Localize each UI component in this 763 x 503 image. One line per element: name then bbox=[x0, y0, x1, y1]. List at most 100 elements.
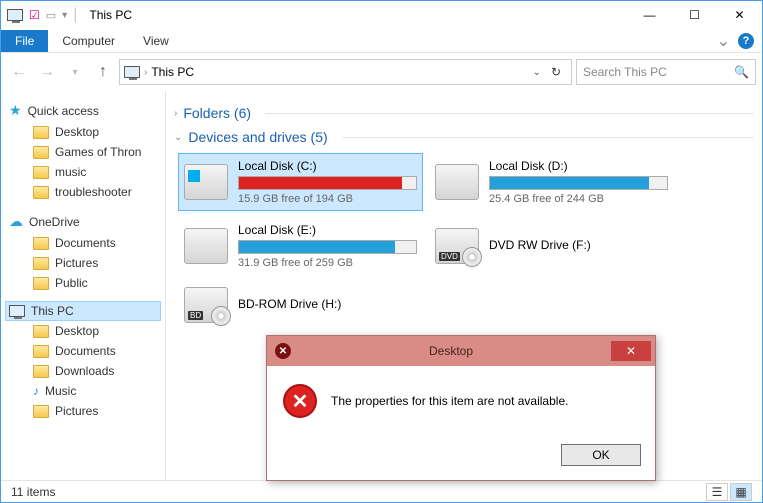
sidebar-item-pc-pictures[interactable]: Pictures bbox=[5, 401, 161, 421]
drive-name: Local Disk (D:) bbox=[489, 159, 668, 173]
folder-icon bbox=[33, 146, 49, 159]
folder-icon bbox=[33, 325, 49, 338]
drive-name: Local Disk (C:) bbox=[238, 159, 417, 173]
address-dropdown-icon[interactable]: ⌄ bbox=[533, 67, 541, 78]
address-path: This PC bbox=[151, 65, 194, 79]
sidebar-item-pc-desktop[interactable]: Desktop bbox=[5, 321, 161, 341]
search-placeholder: Search This PC bbox=[583, 65, 667, 79]
drive-name: BD-ROM Drive (H:) bbox=[238, 297, 417, 311]
group-devices[interactable]: ⌄ Devices and drives (5) bbox=[174, 125, 754, 149]
maximize-button[interactable]: ☐ bbox=[672, 1, 717, 29]
item-count: 11 items bbox=[11, 485, 55, 499]
error-icon: ✕ bbox=[283, 384, 317, 418]
drive-item[interactable]: Local Disk (C:) 15.9 GB free of 194 GB bbox=[178, 153, 423, 211]
view-details-button[interactable]: ☰ bbox=[706, 483, 728, 501]
chevron-down-icon: ⌄ bbox=[174, 132, 182, 143]
qat-check-icon[interactable]: ☑ bbox=[29, 8, 40, 22]
sidebar-item-troubleshooter[interactable]: troubleshooter bbox=[5, 182, 161, 202]
folder-icon bbox=[33, 126, 49, 139]
cloud-icon: ☁ bbox=[9, 213, 23, 230]
drive-item[interactable]: Local Disk (E:) 31.9 GB free of 259 GB bbox=[178, 217, 423, 275]
group-folders[interactable]: › Folders (6) bbox=[174, 101, 754, 125]
sidebar-item-pc-documents[interactable]: Documents bbox=[5, 341, 161, 361]
drive-name: DVD RW Drive (F:) bbox=[489, 238, 668, 252]
search-icon: 🔍 bbox=[734, 65, 749, 79]
app-icon bbox=[7, 9, 23, 21]
drive-name: Local Disk (E:) bbox=[238, 223, 417, 237]
tab-view[interactable]: View bbox=[129, 30, 183, 52]
folder-icon bbox=[33, 405, 49, 418]
window-title: This PC bbox=[89, 8, 132, 22]
back-button[interactable]: ← bbox=[7, 60, 31, 84]
status-bar: 11 items ☰ ▦ bbox=[1, 480, 762, 502]
ok-button[interactable]: OK bbox=[561, 444, 641, 466]
separator: | bbox=[73, 6, 77, 24]
forward-button[interactable]: → bbox=[35, 60, 59, 84]
chevron-right-icon: › bbox=[144, 67, 147, 78]
dialog-close-button[interactable]: ✕ bbox=[611, 341, 651, 361]
sidebar-this-pc[interactable]: This PC bbox=[5, 301, 161, 321]
drive-icon bbox=[184, 164, 228, 200]
address-bar: ← → ▾ ↑ › This PC ⌄ ↻ Search This PC 🔍 bbox=[1, 53, 762, 91]
folder-icon bbox=[33, 237, 49, 250]
drive-item[interactable]: BD BD-ROM Drive (H:) bbox=[178, 281, 423, 329]
recent-dropdown[interactable]: ▾ bbox=[63, 60, 87, 84]
drive-item[interactable]: DVD DVD RW Drive (F:) bbox=[429, 217, 674, 275]
pc-icon bbox=[124, 66, 140, 78]
drives-list: Local Disk (C:) 15.9 GB free of 194 GB Lo… bbox=[178, 153, 754, 329]
drive-icon: BD bbox=[184, 287, 228, 323]
music-icon: ♪ bbox=[33, 384, 39, 398]
folder-icon bbox=[33, 186, 49, 199]
sidebar-item-desktop[interactable]: Desktop bbox=[5, 122, 161, 142]
qat-dropdown[interactable]: ▾ bbox=[62, 10, 67, 21]
sidebar-quick-access[interactable]: ★Quick access bbox=[5, 99, 161, 122]
free-space: 25.4 GB free of 244 GB bbox=[489, 193, 668, 205]
folder-icon bbox=[33, 166, 49, 179]
view-tiles-button[interactable]: ▦ bbox=[730, 483, 752, 501]
up-button[interactable]: ↑ bbox=[91, 60, 115, 84]
capacity-bar bbox=[489, 176, 668, 190]
drive-item[interactable]: Local Disk (D:) 25.4 GB free of 244 GB bbox=[429, 153, 674, 211]
ribbon-expand-icon[interactable]: ⌄ bbox=[717, 31, 730, 51]
free-space: 15.9 GB free of 194 GB bbox=[238, 193, 417, 205]
folder-icon bbox=[33, 277, 49, 290]
help-icon[interactable]: ? bbox=[738, 33, 754, 49]
nav-sidebar: ★Quick access Desktop Games of Thron mus… bbox=[1, 91, 166, 480]
folder-icon bbox=[33, 257, 49, 270]
sidebar-item-games[interactable]: Games of Thron bbox=[5, 142, 161, 162]
drive-icon bbox=[184, 228, 228, 264]
sidebar-onedrive[interactable]: ☁OneDrive bbox=[5, 210, 161, 233]
minimize-button[interactable]: — bbox=[627, 1, 672, 29]
address-box[interactable]: › This PC ⌄ ↻ bbox=[119, 59, 572, 85]
sidebar-item-music[interactable]: music bbox=[5, 162, 161, 182]
sidebar-item-public[interactable]: Public bbox=[5, 273, 161, 293]
close-button[interactable]: ✕ bbox=[717, 1, 762, 29]
qat-doc-icon[interactable]: ▭ bbox=[46, 9, 56, 22]
dialog-title: Desktop bbox=[291, 344, 611, 358]
free-space: 31.9 GB free of 259 GB bbox=[238, 257, 417, 269]
error-icon: ✕ bbox=[275, 343, 291, 359]
dialog-titlebar[interactable]: ✕ Desktop ✕ bbox=[267, 336, 655, 366]
dialog-message: The properties for this item are not ava… bbox=[331, 394, 568, 408]
tab-computer[interactable]: Computer bbox=[48, 30, 129, 52]
sidebar-item-pictures[interactable]: Pictures bbox=[5, 253, 161, 273]
sidebar-item-pc-downloads[interactable]: Downloads bbox=[5, 361, 161, 381]
pc-icon bbox=[9, 305, 25, 317]
star-icon: ★ bbox=[9, 102, 22, 119]
folder-icon bbox=[33, 345, 49, 358]
ribbon: File Computer View ⌄ ? bbox=[1, 29, 762, 53]
capacity-bar bbox=[238, 176, 417, 190]
error-dialog: ✕ Desktop ✕ ✕ The properties for this it… bbox=[266, 335, 656, 481]
sidebar-item-pc-music[interactable]: ♪Music bbox=[5, 381, 161, 401]
capacity-bar bbox=[238, 240, 417, 254]
chevron-right-icon: › bbox=[174, 108, 177, 119]
drive-icon: DVD bbox=[435, 228, 479, 264]
drive-icon bbox=[435, 164, 479, 200]
title-bar: ☑ ▭ ▾ | This PC — ☐ ✕ bbox=[1, 1, 762, 29]
tab-file[interactable]: File bbox=[1, 30, 48, 52]
folder-icon bbox=[33, 365, 49, 378]
quick-access-toolbar: ☑ ▭ ▾ bbox=[7, 8, 67, 22]
search-input[interactable]: Search This PC 🔍 bbox=[576, 59, 756, 85]
refresh-button[interactable]: ↻ bbox=[545, 65, 567, 79]
sidebar-item-documents[interactable]: Documents bbox=[5, 233, 161, 253]
